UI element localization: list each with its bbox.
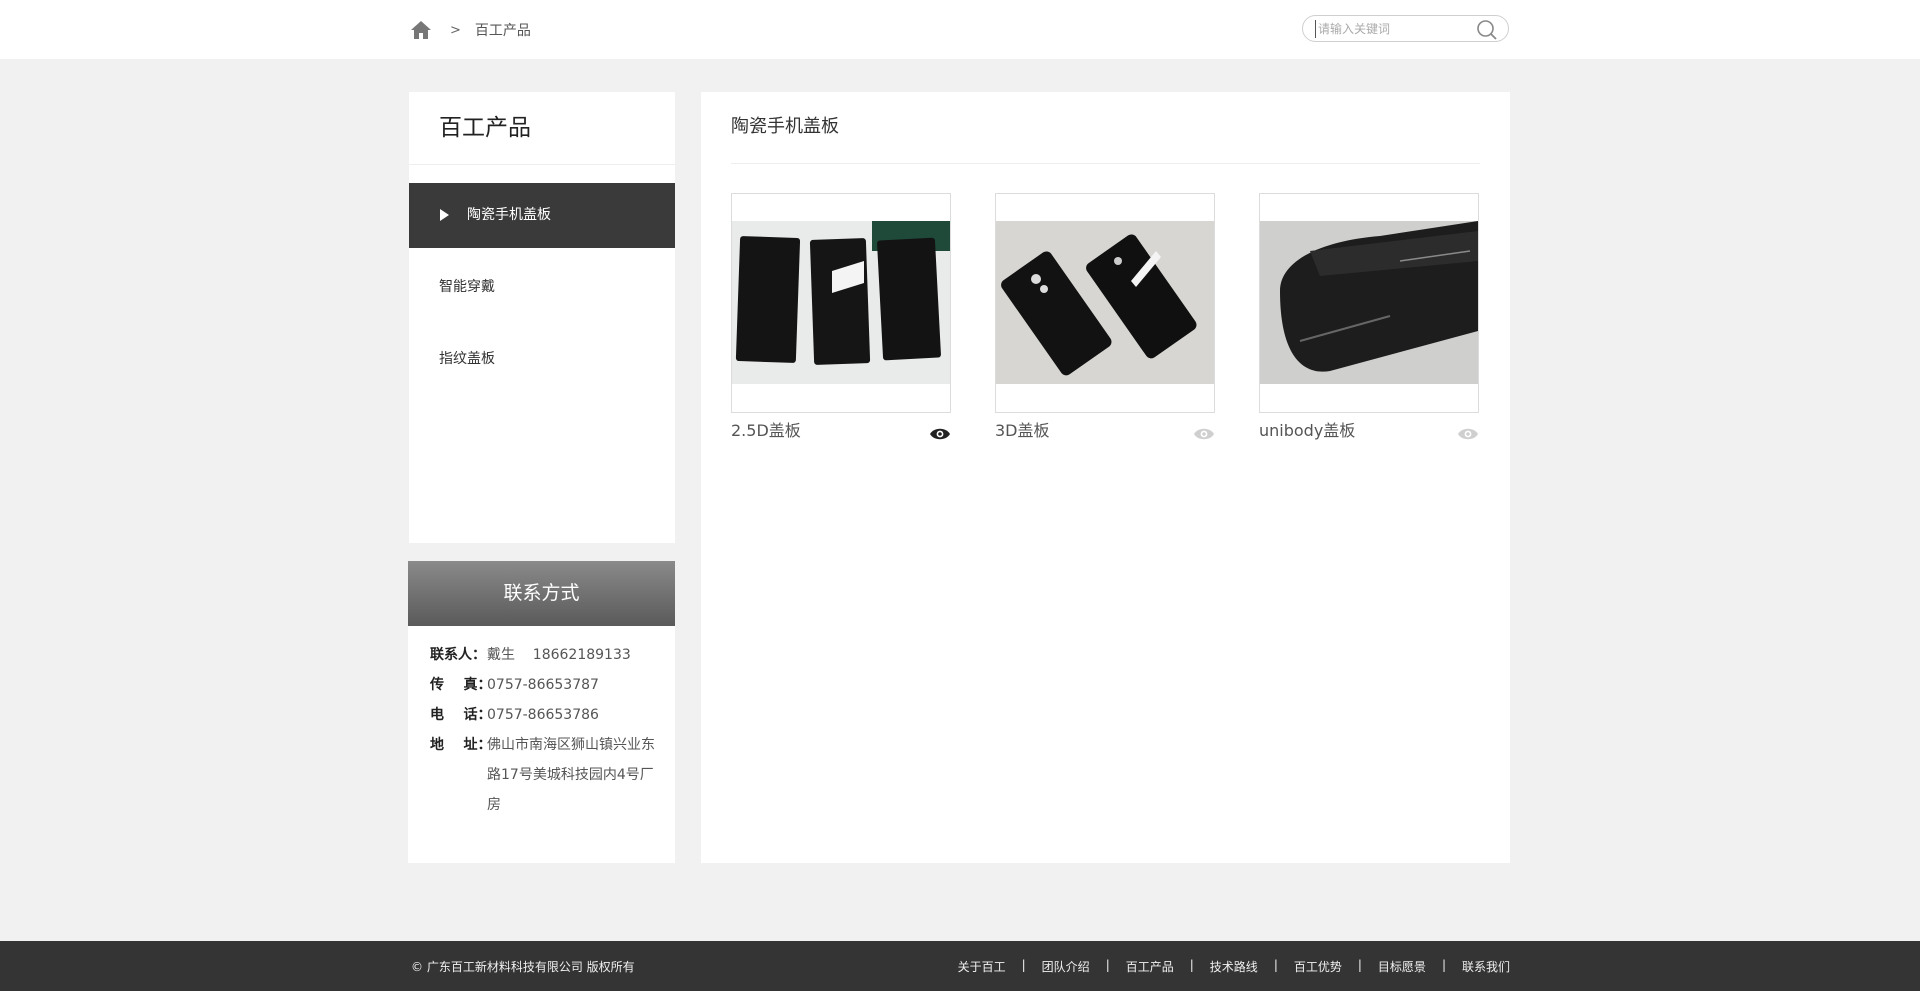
footer-link-vision[interactable]: 目标愿景 bbox=[1378, 958, 1426, 975]
product-caption: 3D盖板 bbox=[995, 419, 1215, 443]
sidebar-item-fingerprint-cover[interactable]: 指纹盖板 bbox=[409, 327, 675, 392]
product-card[interactable]: 2.5D盖板 bbox=[731, 193, 951, 443]
product-caption: unibody盖板 bbox=[1259, 419, 1479, 443]
product-name[interactable]: 2.5D盖板 bbox=[731, 421, 801, 440]
sidebar-item-ceramic-cover[interactable]: 陶瓷手机盖板 bbox=[409, 183, 675, 248]
contact-title: 联系方式 bbox=[408, 561, 675, 626]
sidebar-item-label: 智能穿戴 bbox=[439, 279, 495, 295]
product-caption: 2.5D盖板 bbox=[731, 419, 951, 443]
product-name[interactable]: unibody盖板 bbox=[1259, 421, 1355, 440]
search-box bbox=[1302, 15, 1509, 42]
product-name[interactable]: 3D盖板 bbox=[995, 421, 1050, 440]
contact-value: 佛山市南海区狮山镇兴业东路17号美城科技园内4号厂房 bbox=[487, 737, 655, 813]
search-icon[interactable] bbox=[1476, 19, 1498, 41]
contact-label: 传 真： bbox=[430, 677, 492, 693]
product-card[interactable]: unibody盖板 bbox=[1259, 193, 1479, 443]
sidebar-category-panel: 百工产品 陶瓷手机盖板 智能穿戴 指纹盖板 bbox=[409, 92, 675, 543]
footer-links: 关于百工 | 团队介绍 | 百工产品 | 技术路线 | 百工优势 | 目标愿景 … bbox=[958, 958, 1510, 975]
contact-row-fax: 传 真： 0757-86653787 bbox=[430, 670, 675, 700]
eye-icon[interactable] bbox=[1193, 424, 1215, 440]
home-icon[interactable] bbox=[410, 20, 432, 40]
main-content: 陶瓷手机盖板 2.5D盖板 3D盖板 unibody盖板 bbox=[701, 92, 1510, 863]
eye-icon[interactable] bbox=[1457, 424, 1479, 440]
breadcrumb-current[interactable]: 百工产品 bbox=[475, 20, 531, 40]
footer-separator: | bbox=[1105, 958, 1110, 972]
contact-rows: 联系人： 戴生 18662189133 传 真： 0757-86653787 电… bbox=[408, 626, 675, 820]
contact-row-person: 联系人： 戴生 18662189133 bbox=[430, 640, 675, 670]
footer-link-team[interactable]: 团队介绍 bbox=[1042, 958, 1090, 975]
product-card[interactable]: 3D盖板 bbox=[995, 193, 1215, 443]
product-image[interactable] bbox=[995, 193, 1215, 413]
sidebar-item-label: 指纹盖板 bbox=[439, 351, 495, 367]
contact-label: 电 话： bbox=[430, 707, 492, 723]
title-divider bbox=[731, 163, 1480, 164]
eye-icon[interactable] bbox=[929, 424, 951, 440]
footer-separator: | bbox=[1021, 958, 1026, 972]
sidebar-item-label: 陶瓷手机盖板 bbox=[467, 207, 551, 223]
footer-separator: | bbox=[1273, 958, 1278, 972]
search-input[interactable] bbox=[1315, 20, 1468, 38]
contact-value: 0757-86653786 bbox=[487, 707, 599, 723]
footer: © 广东百工新材料科技有限公司 版权所有 关于百工 | 团队介绍 | 百工产品 … bbox=[0, 941, 1920, 991]
product-image[interactable] bbox=[1259, 193, 1479, 413]
footer-link-products[interactable]: 百工产品 bbox=[1126, 958, 1174, 975]
breadcrumb-separator: > bbox=[450, 22, 461, 38]
sidebar-list: 陶瓷手机盖板 智能穿戴 指纹盖板 bbox=[409, 183, 675, 392]
contact-value: 0757-86653787 bbox=[487, 677, 599, 693]
contact-row-phone: 电 话： 0757-86653786 bbox=[430, 700, 675, 730]
contact-row-address: 地 址： 佛山市南海区狮山镇兴业东路17号美城科技园内4号厂房 bbox=[430, 730, 675, 820]
top-bar: > 百工产品 bbox=[0, 0, 1920, 59]
footer-separator: | bbox=[1357, 958, 1362, 972]
footer-link-contact[interactable]: 联系我们 bbox=[1462, 958, 1510, 975]
product-image[interactable] bbox=[731, 193, 951, 413]
footer-link-advantages[interactable]: 百工优势 bbox=[1294, 958, 1342, 975]
page-title: 陶瓷手机盖板 bbox=[731, 116, 839, 137]
contact-value: 戴生 18662189133 bbox=[487, 647, 631, 663]
footer-separator: | bbox=[1441, 958, 1446, 972]
contact-label: 地 址： bbox=[430, 737, 492, 753]
footer-link-tech-roadmap[interactable]: 技术路线 bbox=[1210, 958, 1258, 975]
footer-separator: | bbox=[1189, 958, 1194, 972]
sidebar-item-smart-wearable[interactable]: 智能穿戴 bbox=[409, 255, 675, 320]
contact-panel: 联系方式 联系人： 戴生 18662189133 传 真： 0757-86653… bbox=[408, 561, 675, 863]
sidebar-title: 百工产品 bbox=[409, 92, 675, 165]
contact-label: 联系人： bbox=[430, 647, 486, 663]
copyright: © 广东百工新材料科技有限公司 版权所有 bbox=[411, 960, 635, 974]
footer-link-about[interactable]: 关于百工 bbox=[958, 958, 1006, 975]
play-triangle-icon bbox=[440, 209, 449, 221]
breadcrumb: > 百工产品 bbox=[410, 18, 531, 42]
